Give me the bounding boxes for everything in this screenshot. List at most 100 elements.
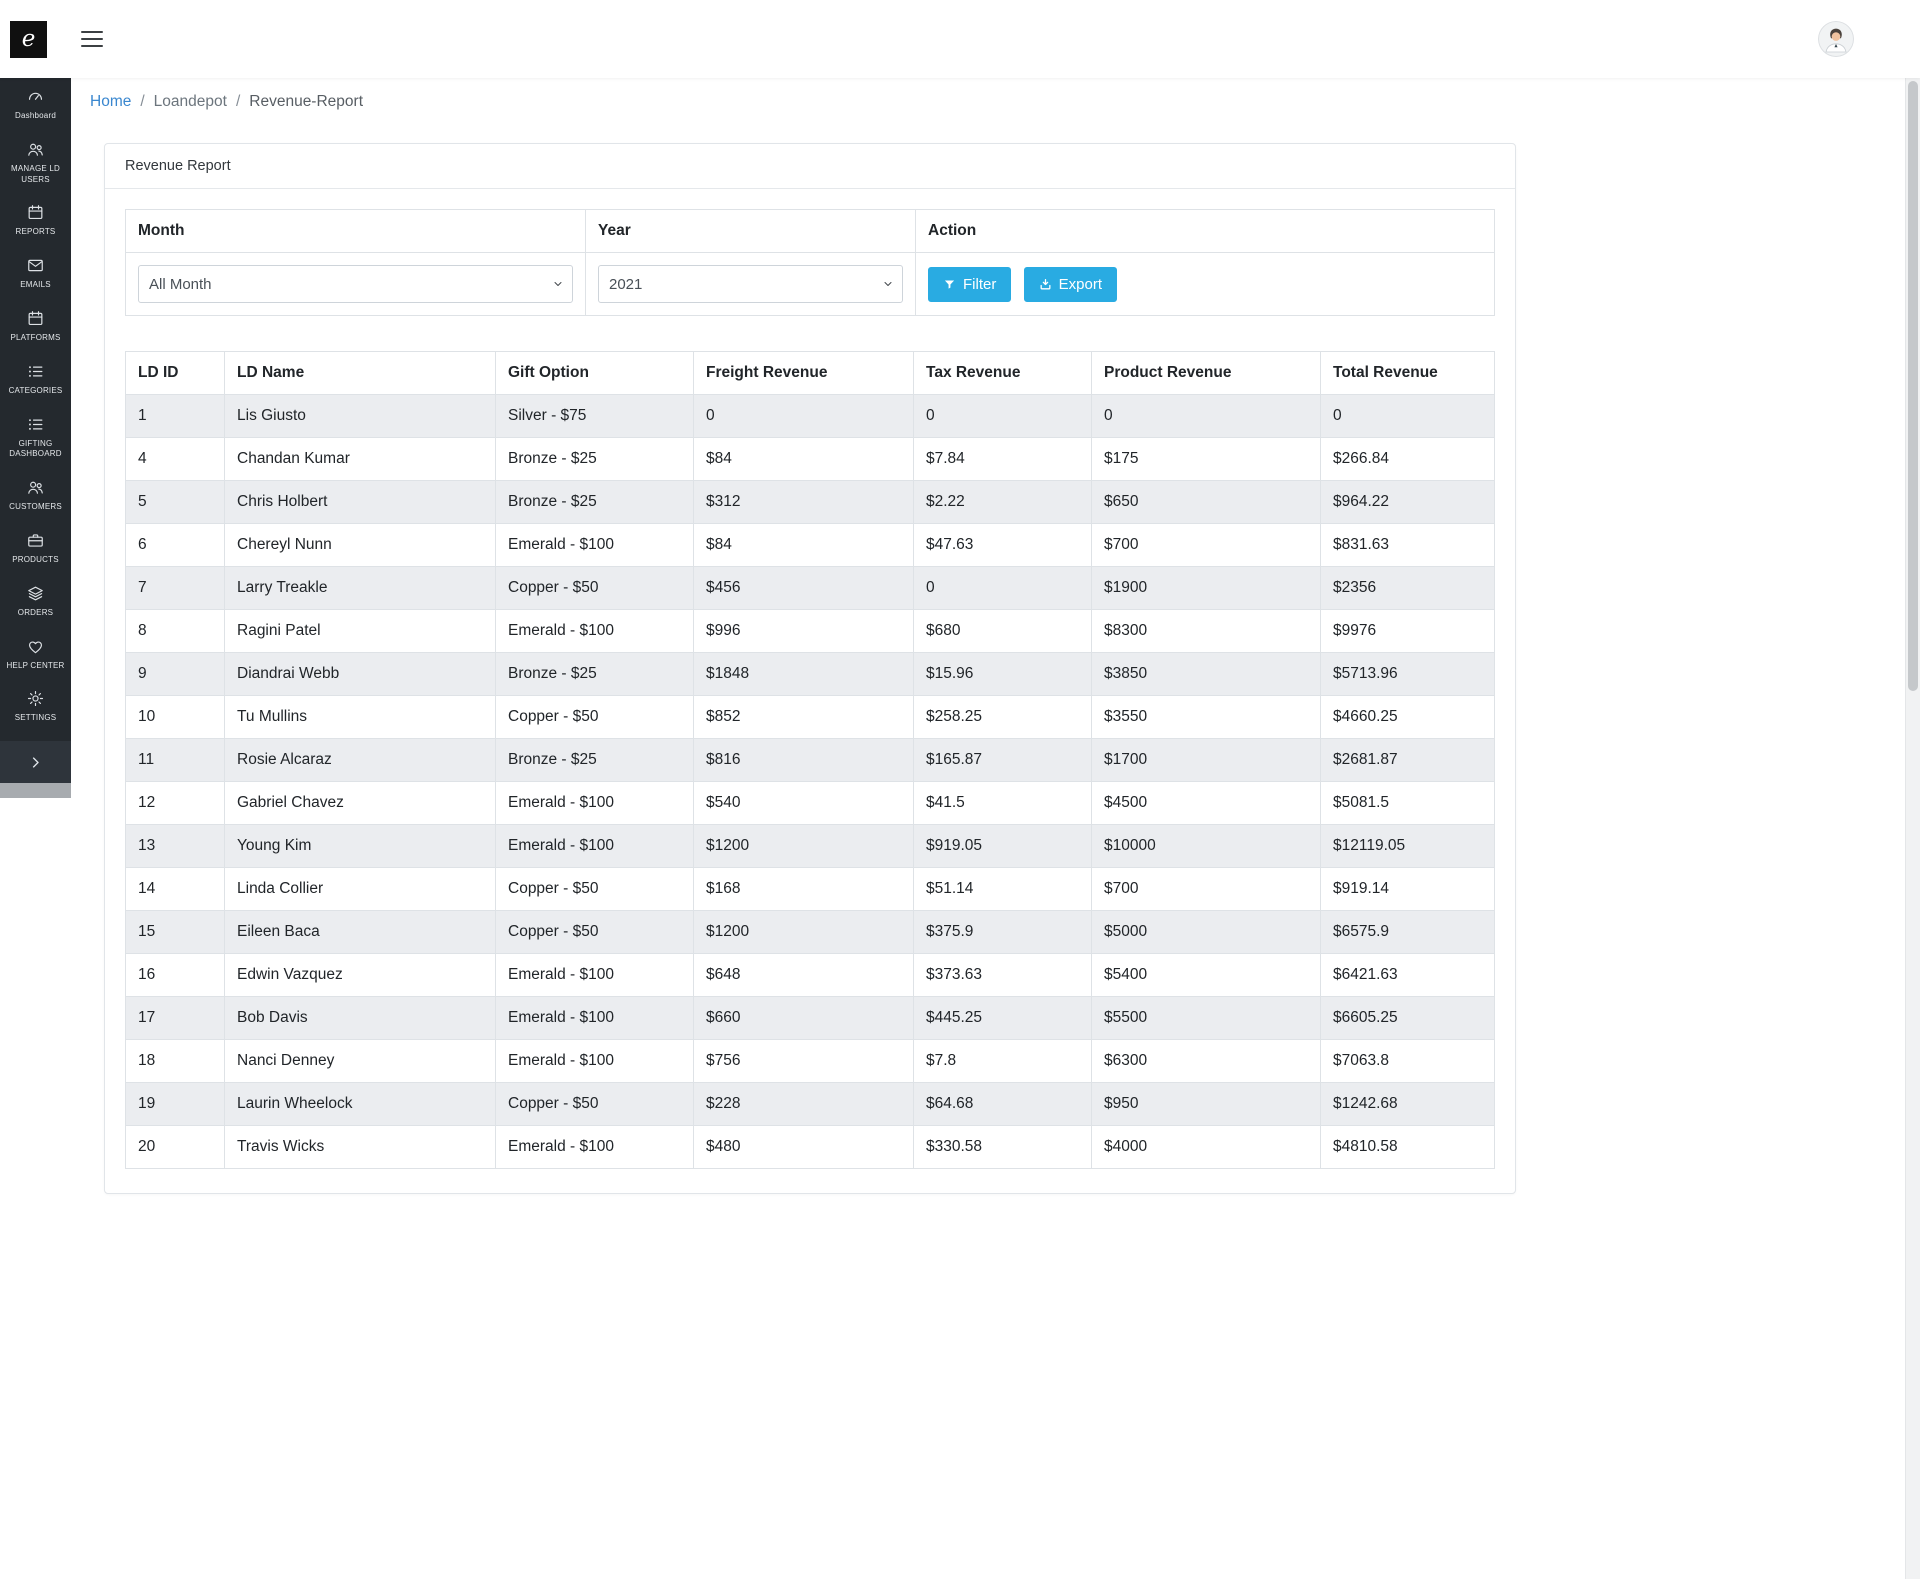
- sidebar-expand-button[interactable]: [0, 741, 71, 783]
- breadcrumb-item-loandepot[interactable]: Loandepot: [154, 93, 227, 111]
- cell-ld-name: Chandan Kumar: [225, 438, 496, 481]
- cell-tax-revenue: $51.14: [914, 868, 1092, 911]
- column-header: LD Name: [225, 352, 496, 395]
- cell-gift-option: Bronze - $25: [496, 739, 694, 782]
- table-row: 19Laurin WheelockCopper - $50$228$64.68$…: [126, 1083, 1495, 1126]
- cell-ld-name: Chereyl Nunn: [225, 524, 496, 567]
- list-icon: [26, 362, 45, 381]
- sidebar-item-settings[interactable]: SETTINGS: [0, 680, 71, 733]
- cell-freight-revenue: $648: [694, 954, 914, 997]
- table-row: 18Nanci DenneyEmerald - $100$756$7.8$630…: [126, 1040, 1495, 1083]
- report-table-body: 1Lis GiustoSilver - $7500004Chandan Kuma…: [126, 395, 1495, 1169]
- sidebar-item-dashboard[interactable]: Dashboard: [0, 78, 71, 131]
- cell-ld-name: Laurin Wheelock: [225, 1083, 496, 1126]
- cell-product-revenue: $700: [1092, 524, 1321, 567]
- cell-ld-name: Travis Wicks: [225, 1126, 496, 1169]
- menu-toggle-button[interactable]: [77, 25, 107, 54]
- cell-product-revenue: $5000: [1092, 911, 1321, 954]
- cell-gift-option: Copper - $50: [496, 911, 694, 954]
- sidebar-item-label: HELP CENTER: [6, 661, 64, 672]
- table-row: 11Rosie AlcarazBronze - $25$816$165.87$1…: [126, 739, 1495, 782]
- column-header: Gift Option: [496, 352, 694, 395]
- cell-ld-id: 9: [126, 653, 225, 696]
- year-select[interactable]: 2021: [598, 265, 903, 303]
- briefcase-icon: [26, 531, 45, 550]
- cell-freight-revenue: $852: [694, 696, 914, 739]
- cell-product-revenue: $3550: [1092, 696, 1321, 739]
- cell-total-revenue: $5713.96: [1321, 653, 1495, 696]
- sidebar-item-emails[interactable]: EMAILS: [0, 247, 71, 300]
- year-cell: 2021: [586, 253, 916, 316]
- top-header: e: [0, 0, 1920, 78]
- sidebar-item-label: CUSTOMERS: [9, 502, 62, 513]
- cell-ld-id: 8: [126, 610, 225, 653]
- sidebar-item-help-center[interactable]: HELP CENTER: [0, 628, 71, 681]
- hamburger-icon: [81, 31, 103, 34]
- page-scrollbar-track[interactable]: [1905, 78, 1920, 1579]
- sidebar-item-label: SETTINGS: [15, 713, 57, 724]
- sidebar-item-categories[interactable]: CATEGORIES: [0, 353, 71, 406]
- cell-gift-option: Bronze - $25: [496, 438, 694, 481]
- cell-gift-option: Copper - $50: [496, 868, 694, 911]
- cell-total-revenue: $12119.05: [1321, 825, 1495, 868]
- table-row: 20Travis WicksEmerald - $100$480$330.58$…: [126, 1126, 1495, 1169]
- cell-tax-revenue: $330.58: [914, 1126, 1092, 1169]
- user-avatar[interactable]: [1818, 21, 1854, 57]
- cell-tax-revenue: $15.96: [914, 653, 1092, 696]
- cell-gift-option: Copper - $50: [496, 567, 694, 610]
- gear-icon: [26, 689, 45, 708]
- filter-button[interactable]: Filter: [928, 267, 1011, 302]
- cell-ld-name: Nanci Denney: [225, 1040, 496, 1083]
- cell-ld-name: Edwin Vazquez: [225, 954, 496, 997]
- cell-ld-name: Chris Holbert: [225, 481, 496, 524]
- sidebar-item-products[interactable]: PRODUCTS: [0, 522, 71, 575]
- download-icon: [1039, 278, 1052, 291]
- sidebar-item-reports[interactable]: REPORTS: [0, 194, 71, 247]
- table-row: 8Ragini PatelEmerald - $100$996$680$8300…: [126, 610, 1495, 653]
- cell-freight-revenue: $84: [694, 524, 914, 567]
- cell-gift-option: Emerald - $100: [496, 782, 694, 825]
- cell-product-revenue: $700: [1092, 868, 1321, 911]
- table-row: 7Larry TreakleCopper - $50$4560$1900$235…: [126, 567, 1495, 610]
- cell-freight-revenue: $540: [694, 782, 914, 825]
- breadcrumb-item-home[interactable]: Home: [90, 93, 131, 111]
- page-scrollbar-thumb[interactable]: [1908, 81, 1918, 691]
- cell-total-revenue: $2356: [1321, 567, 1495, 610]
- cell-total-revenue: $7063.8: [1321, 1040, 1495, 1083]
- cell-tax-revenue: $47.63: [914, 524, 1092, 567]
- logo-letter: e: [22, 26, 36, 52]
- cell-ld-id: 11: [126, 739, 225, 782]
- cell-ld-name: Bob Davis: [225, 997, 496, 1040]
- cell-gift-option: Emerald - $100: [496, 524, 694, 567]
- cell-total-revenue: $5081.5: [1321, 782, 1495, 825]
- cell-freight-revenue: $1848: [694, 653, 914, 696]
- table-row: 16Edwin VazquezEmerald - $100$648$373.63…: [126, 954, 1495, 997]
- users-icon: [26, 140, 45, 159]
- column-header: Freight Revenue: [694, 352, 914, 395]
- cell-product-revenue: $4000: [1092, 1126, 1321, 1169]
- cell-ld-name: Larry Treakle: [225, 567, 496, 610]
- cell-freight-revenue: $660: [694, 997, 914, 1040]
- cell-gift-option: Copper - $50: [496, 1083, 694, 1126]
- month-column-header: Month: [126, 210, 586, 253]
- sidebar-item-orders[interactable]: ORDERS: [0, 575, 71, 628]
- cell-freight-revenue: $84: [694, 438, 914, 481]
- cell-gift-option: Emerald - $100: [496, 1126, 694, 1169]
- sidebar-item-label: MANAGE LD USERS: [3, 164, 68, 186]
- sidebar-item-customers[interactable]: CUSTOMERS: [0, 469, 71, 522]
- cell-tax-revenue: $919.05: [914, 825, 1092, 868]
- cell-freight-revenue: 0: [694, 395, 914, 438]
- cell-total-revenue: $266.84: [1321, 438, 1495, 481]
- sidebar-item-manage-ld-users[interactable]: MANAGE LD USERS: [0, 131, 71, 195]
- export-button[interactable]: Export: [1024, 267, 1117, 302]
- cell-freight-revenue: $756: [694, 1040, 914, 1083]
- cell-tax-revenue: $445.25: [914, 997, 1092, 1040]
- sidebar-item-platforms[interactable]: PLATFORMS: [0, 300, 71, 353]
- cell-gift-option: Emerald - $100: [496, 1040, 694, 1083]
- sidebar-scrollbar[interactable]: [0, 783, 71, 798]
- cell-total-revenue: $2681.87: [1321, 739, 1495, 782]
- sidebar-item-gifting-dashboard[interactable]: GIFTING DASHBOARD: [0, 406, 71, 470]
- cell-ld-id: 4: [126, 438, 225, 481]
- month-select[interactable]: All Month: [138, 265, 573, 303]
- app-logo[interactable]: e: [10, 21, 47, 58]
